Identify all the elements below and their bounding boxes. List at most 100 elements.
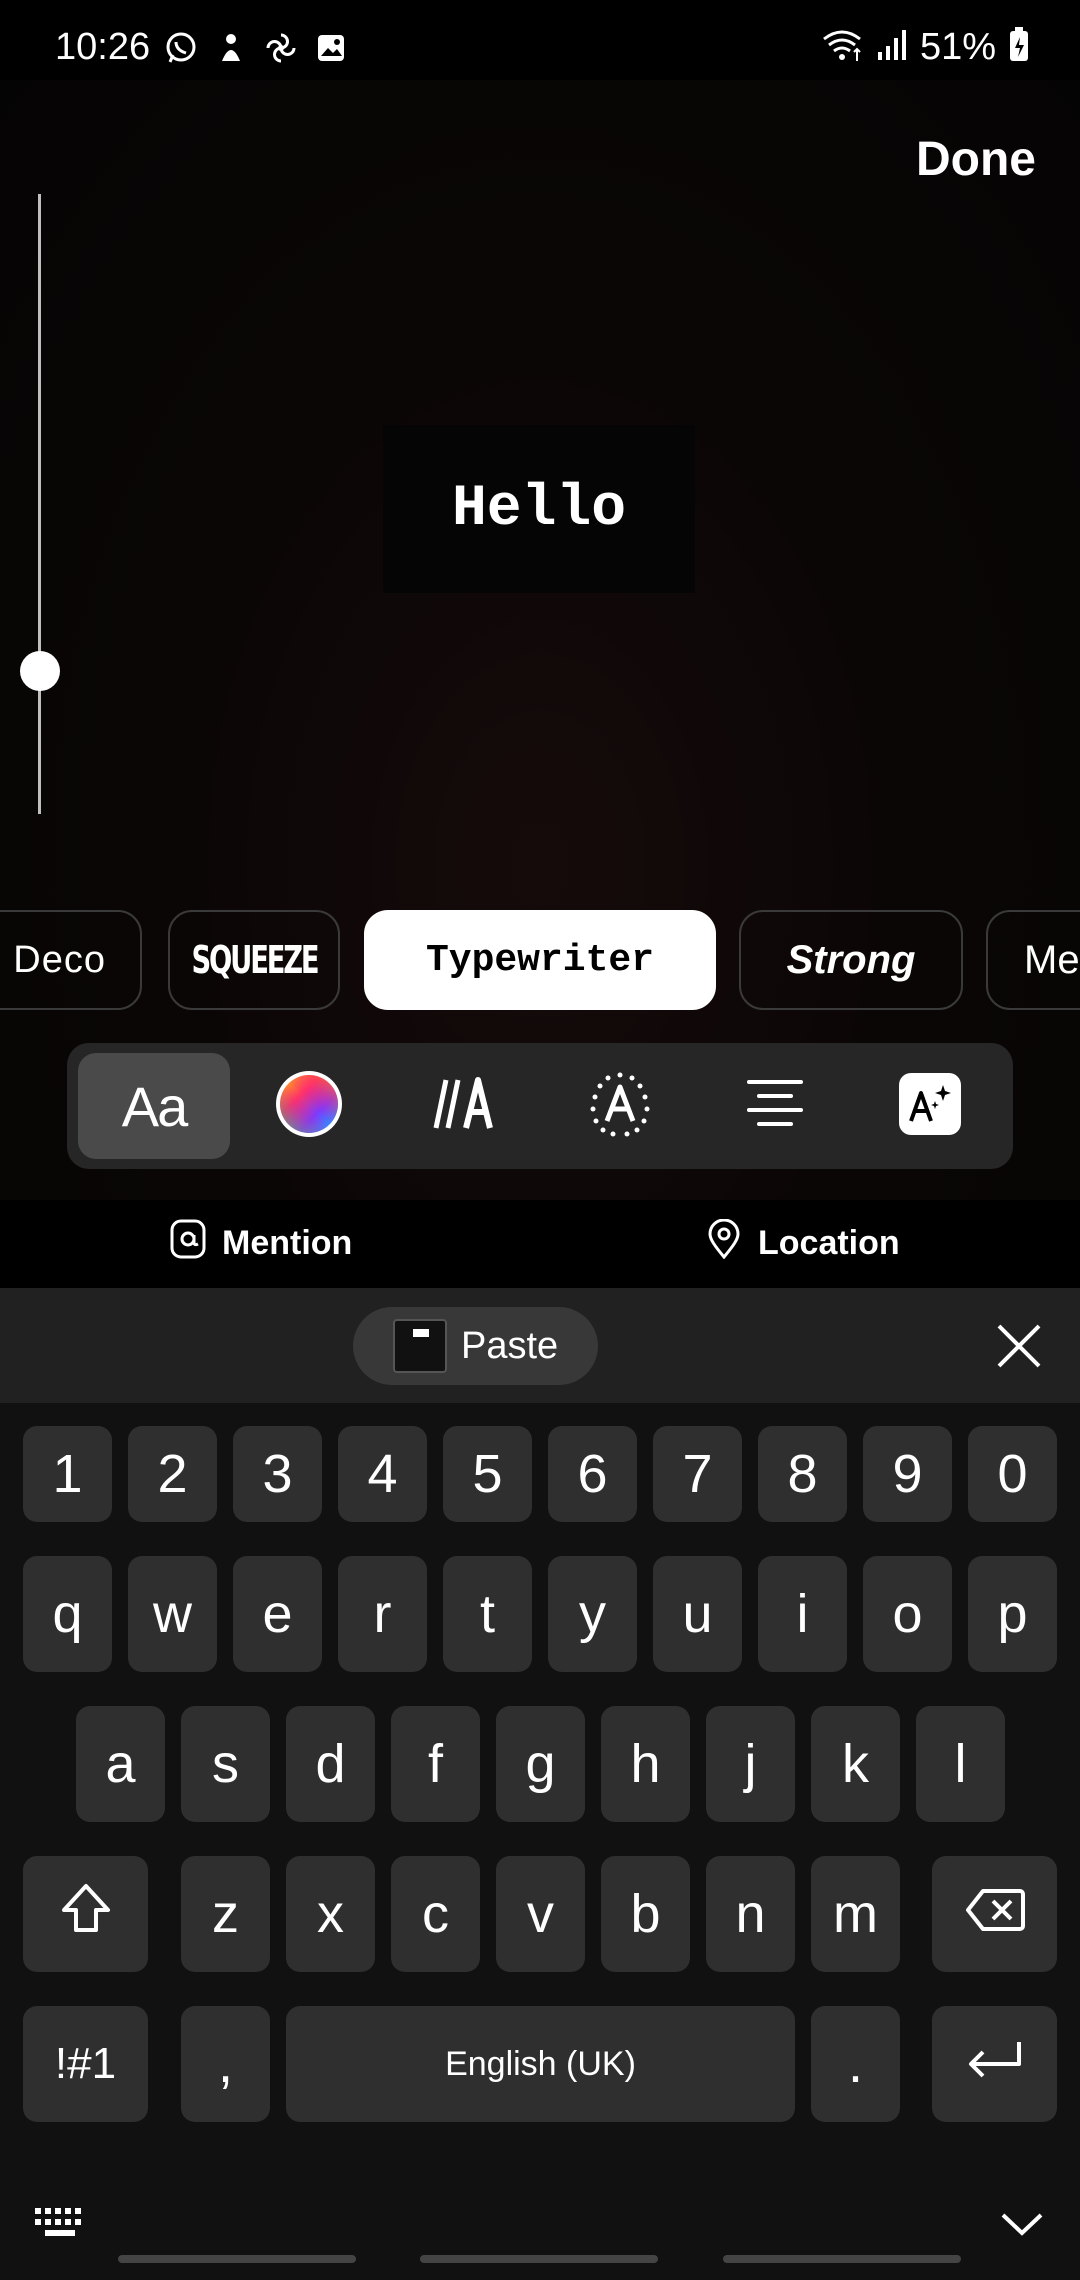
mention-button[interactable]: Mention: [170, 1219, 352, 1268]
battery-charging-icon: [1008, 27, 1030, 68]
key-8[interactable]: 8: [758, 1426, 847, 1522]
key-1[interactable]: 1: [23, 1426, 112, 1522]
text-box[interactable]: Hello: [383, 425, 695, 593]
nav-handle-left: [118, 2255, 356, 2263]
shift-key[interactable]: [23, 1856, 148, 1972]
font-icon: Aa: [121, 1074, 188, 1138]
enter-key[interactable]: [932, 2006, 1057, 2122]
key-f[interactable]: f: [391, 1706, 480, 1822]
nav-handle-right: [723, 2255, 961, 2263]
backspace-key[interactable]: [932, 1856, 1057, 1972]
key-x[interactable]: x: [286, 1856, 375, 1972]
key-g[interactable]: g: [496, 1706, 585, 1822]
pinwheel-icon: [263, 30, 299, 66]
text-content[interactable]: Hello: [452, 477, 626, 542]
comma-key[interactable]: ,: [181, 2006, 270, 2122]
paste-button[interactable]: Paste: [353, 1307, 598, 1385]
key-k[interactable]: k: [811, 1706, 900, 1822]
key-5[interactable]: 5: [443, 1426, 532, 1522]
text-effect-button[interactable]: [544, 1053, 696, 1159]
text-align-button[interactable]: [699, 1053, 851, 1159]
symbols-key[interactable]: !#1: [23, 2006, 148, 2122]
font-tool-button[interactable]: Aa: [78, 1053, 230, 1159]
status-time: 10:26: [55, 26, 151, 68]
key-p[interactable]: p: [968, 1556, 1057, 1672]
key-c[interactable]: c: [391, 1856, 480, 1972]
done-button[interactable]: Done: [916, 132, 1036, 187]
font-chip-typewriter[interactable]: Typewriter: [364, 910, 716, 1010]
key-q[interactable]: q: [23, 1556, 112, 1672]
space-key[interactable]: English (UK): [286, 2006, 795, 2122]
location-label: Location: [758, 1224, 900, 1262]
key-d[interactable]: d: [286, 1706, 375, 1822]
at-sign-icon: [170, 1219, 206, 1268]
paste-label: Paste: [461, 1324, 559, 1367]
whatsapp-icon: [163, 30, 199, 66]
key-a[interactable]: a: [76, 1706, 165, 1822]
wifi-icon: [820, 27, 864, 68]
key-2[interactable]: 2: [128, 1426, 217, 1522]
font-chip-deco[interactable]: Deco: [0, 910, 142, 1010]
key-6[interactable]: 6: [548, 1426, 637, 1522]
story-text-editor[interactable]: Done Hello: [0, 80, 1080, 1200]
mention-label: Mention: [222, 1224, 353, 1262]
key-u[interactable]: u: [653, 1556, 742, 1672]
key-t[interactable]: t: [443, 1556, 532, 1672]
signal-icon: [876, 28, 908, 67]
ai-text-button[interactable]: [854, 1053, 1006, 1159]
ai-text-icon: [897, 1071, 963, 1142]
text-tools-bar: Aa: [67, 1043, 1013, 1169]
key-e[interactable]: e: [233, 1556, 322, 1672]
nav-handle-center: [420, 2255, 658, 2263]
key-h[interactable]: h: [601, 1706, 690, 1822]
key-m[interactable]: m: [811, 1856, 900, 1972]
animate-text-icon: [432, 1074, 498, 1139]
enter-icon: [965, 2033, 1025, 2095]
location-button[interactable]: Location: [706, 1218, 900, 1268]
key-z[interactable]: z: [181, 1856, 270, 1972]
key-s[interactable]: s: [181, 1706, 270, 1822]
clipboard-thumbnail: [393, 1319, 447, 1373]
font-chip-strong[interactable]: Strong: [739, 910, 963, 1010]
color-wheel-icon: [274, 1069, 344, 1144]
location-pin-icon: [706, 1218, 742, 1268]
notification-icons: [163, 30, 349, 66]
key-j[interactable]: j: [706, 1706, 795, 1822]
key-9[interactable]: 9: [863, 1426, 952, 1522]
backspace-icon: [965, 1883, 1025, 1945]
key-0[interactable]: 0: [968, 1426, 1057, 1522]
keyboard: 1 2 3 4 5 6 7 8 9 0 q w e r t y u i o p …: [0, 1403, 1080, 2280]
period-key[interactable]: .: [811, 2006, 900, 2122]
color-tool-button[interactable]: [233, 1053, 385, 1159]
clipboard-suggestion-bar: Paste: [0, 1288, 1080, 1403]
hide-keyboard-icon[interactable]: [1000, 2211, 1044, 2244]
animate-text-button[interactable]: [389, 1053, 541, 1159]
text-effect-icon: [587, 1071, 653, 1142]
keyboard-switch-icon[interactable]: [33, 2206, 87, 2245]
key-w[interactable]: w: [128, 1556, 217, 1672]
text-size-slider-thumb[interactable]: [20, 651, 60, 691]
key-i[interactable]: i: [758, 1556, 847, 1672]
align-center-icon: [745, 1076, 805, 1137]
key-b[interactable]: b: [601, 1856, 690, 1972]
shift-icon: [60, 1882, 112, 1947]
key-3[interactable]: 3: [233, 1426, 322, 1522]
font-chip-squeeze[interactable]: SQUEEZE: [168, 910, 340, 1010]
gallery-icon: [313, 30, 349, 66]
key-4[interactable]: 4: [338, 1426, 427, 1522]
key-v[interactable]: v: [496, 1856, 585, 1972]
key-n[interactable]: n: [706, 1856, 795, 1972]
close-icon[interactable]: [996, 1323, 1042, 1374]
battery-percent: 51%: [919, 26, 996, 68]
status-right: 51%: [820, 26, 1030, 69]
key-r[interactable]: r: [338, 1556, 427, 1672]
key-l[interactable]: l: [916, 1706, 1005, 1822]
font-style-selector[interactable]: Deco SQUEEZE Typewriter Strong Mer: [0, 910, 1080, 1010]
font-chip-meme[interactable]: Mer: [986, 910, 1080, 1010]
key-o[interactable]: o: [863, 1556, 952, 1672]
font-chip-squeeze-label: SQUEEZE: [191, 938, 319, 982]
key-7[interactable]: 7: [653, 1426, 742, 1522]
sticker-shortcuts: Mention Location: [0, 1205, 1080, 1287]
text-size-slider-track[interactable]: [38, 194, 41, 814]
key-y[interactable]: y: [548, 1556, 637, 1672]
